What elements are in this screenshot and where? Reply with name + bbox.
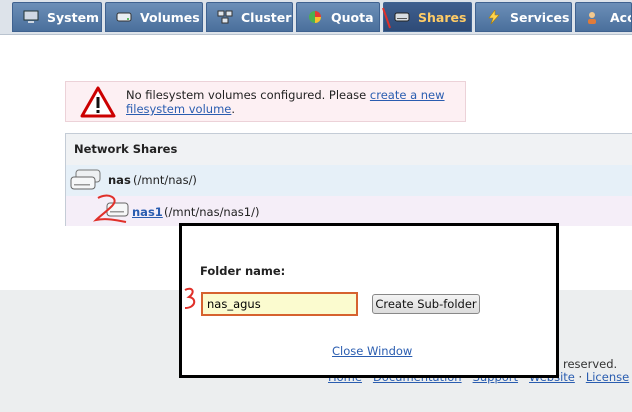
tab-volumes[interactable]: Volumes	[105, 2, 203, 32]
tab-cluster[interactable]: Cluster	[206, 2, 293, 32]
close-window-link[interactable]: Close Window	[332, 344, 412, 358]
shares-icon	[394, 12, 410, 22]
services-icon	[488, 10, 500, 24]
share-path: (/mnt/nas/nas1/)	[164, 205, 260, 219]
footer-copyright: reserved.	[563, 357, 618, 371]
tab-system[interactable]: System	[12, 2, 102, 32]
create-volume-link-2[interactable]: filesystem volume	[126, 102, 231, 116]
tab-shares[interactable]: Shares	[383, 2, 472, 32]
warning-text: No filesystem volumes configured. Please	[126, 88, 370, 102]
warning-end: .	[231, 102, 236, 116]
footer-link-license[interactable]: License	[586, 370, 629, 384]
network-shares-panel: Network Shares nas (/mnt/nas/) nas1 (/mn…	[65, 133, 632, 226]
tab-label: Quota	[331, 9, 374, 25]
share-link-nas1[interactable]: nas1	[132, 205, 163, 219]
create-volume-link[interactable]: create a new	[370, 88, 445, 102]
annotation-slash	[382, 7, 391, 29]
panel-title: Network Shares	[74, 142, 178, 156]
share-name: nas	[108, 173, 131, 187]
tab-label: System	[47, 9, 100, 25]
create-subfolder-popup: Folder name: Create Sub-folder Close Win…	[179, 223, 559, 378]
annotation-step-3	[184, 287, 196, 309]
share-row-nas[interactable]: nas (/mnt/nas/)	[66, 165, 632, 197]
warning-icon	[80, 86, 116, 118]
warning-message: No filesystem volumes configured. Please…	[126, 88, 456, 116]
tab-label: Shares	[418, 9, 467, 25]
tab-accounts[interactable]: Acco	[575, 2, 632, 32]
quota-icon	[309, 11, 321, 23]
tab-label: Acco	[610, 9, 631, 25]
tab-services[interactable]: Services	[475, 2, 572, 32]
annotation-step-2	[92, 194, 127, 223]
volumes-icon	[116, 12, 132, 22]
create-subfolder-button[interactable]: Create Sub-folder	[372, 294, 480, 314]
warning-box: No filesystem volumes configured. Please…	[65, 81, 466, 122]
disk-stack-icon	[70, 169, 101, 190]
accounts-icon	[588, 12, 596, 24]
tab-quota[interactable]: Quota	[296, 2, 380, 32]
share-path: (/mnt/nas/)	[133, 173, 197, 187]
tab-label: Services	[510, 9, 570, 25]
cluster-icon	[217, 10, 233, 24]
folder-name-label: Folder name:	[200, 264, 286, 278]
tab-label: Cluster	[241, 9, 292, 25]
top-nav: System Volumes Cluster Quota Shares Serv…	[0, 0, 632, 35]
system-icon	[23, 10, 39, 23]
folder-name-input[interactable]	[201, 292, 358, 316]
share-row-nas1[interactable]: nas1 (/mnt/nas/nas1/)	[66, 196, 632, 226]
network-shares-header: Network Shares	[66, 134, 632, 166]
tab-label: Volumes	[140, 9, 200, 25]
